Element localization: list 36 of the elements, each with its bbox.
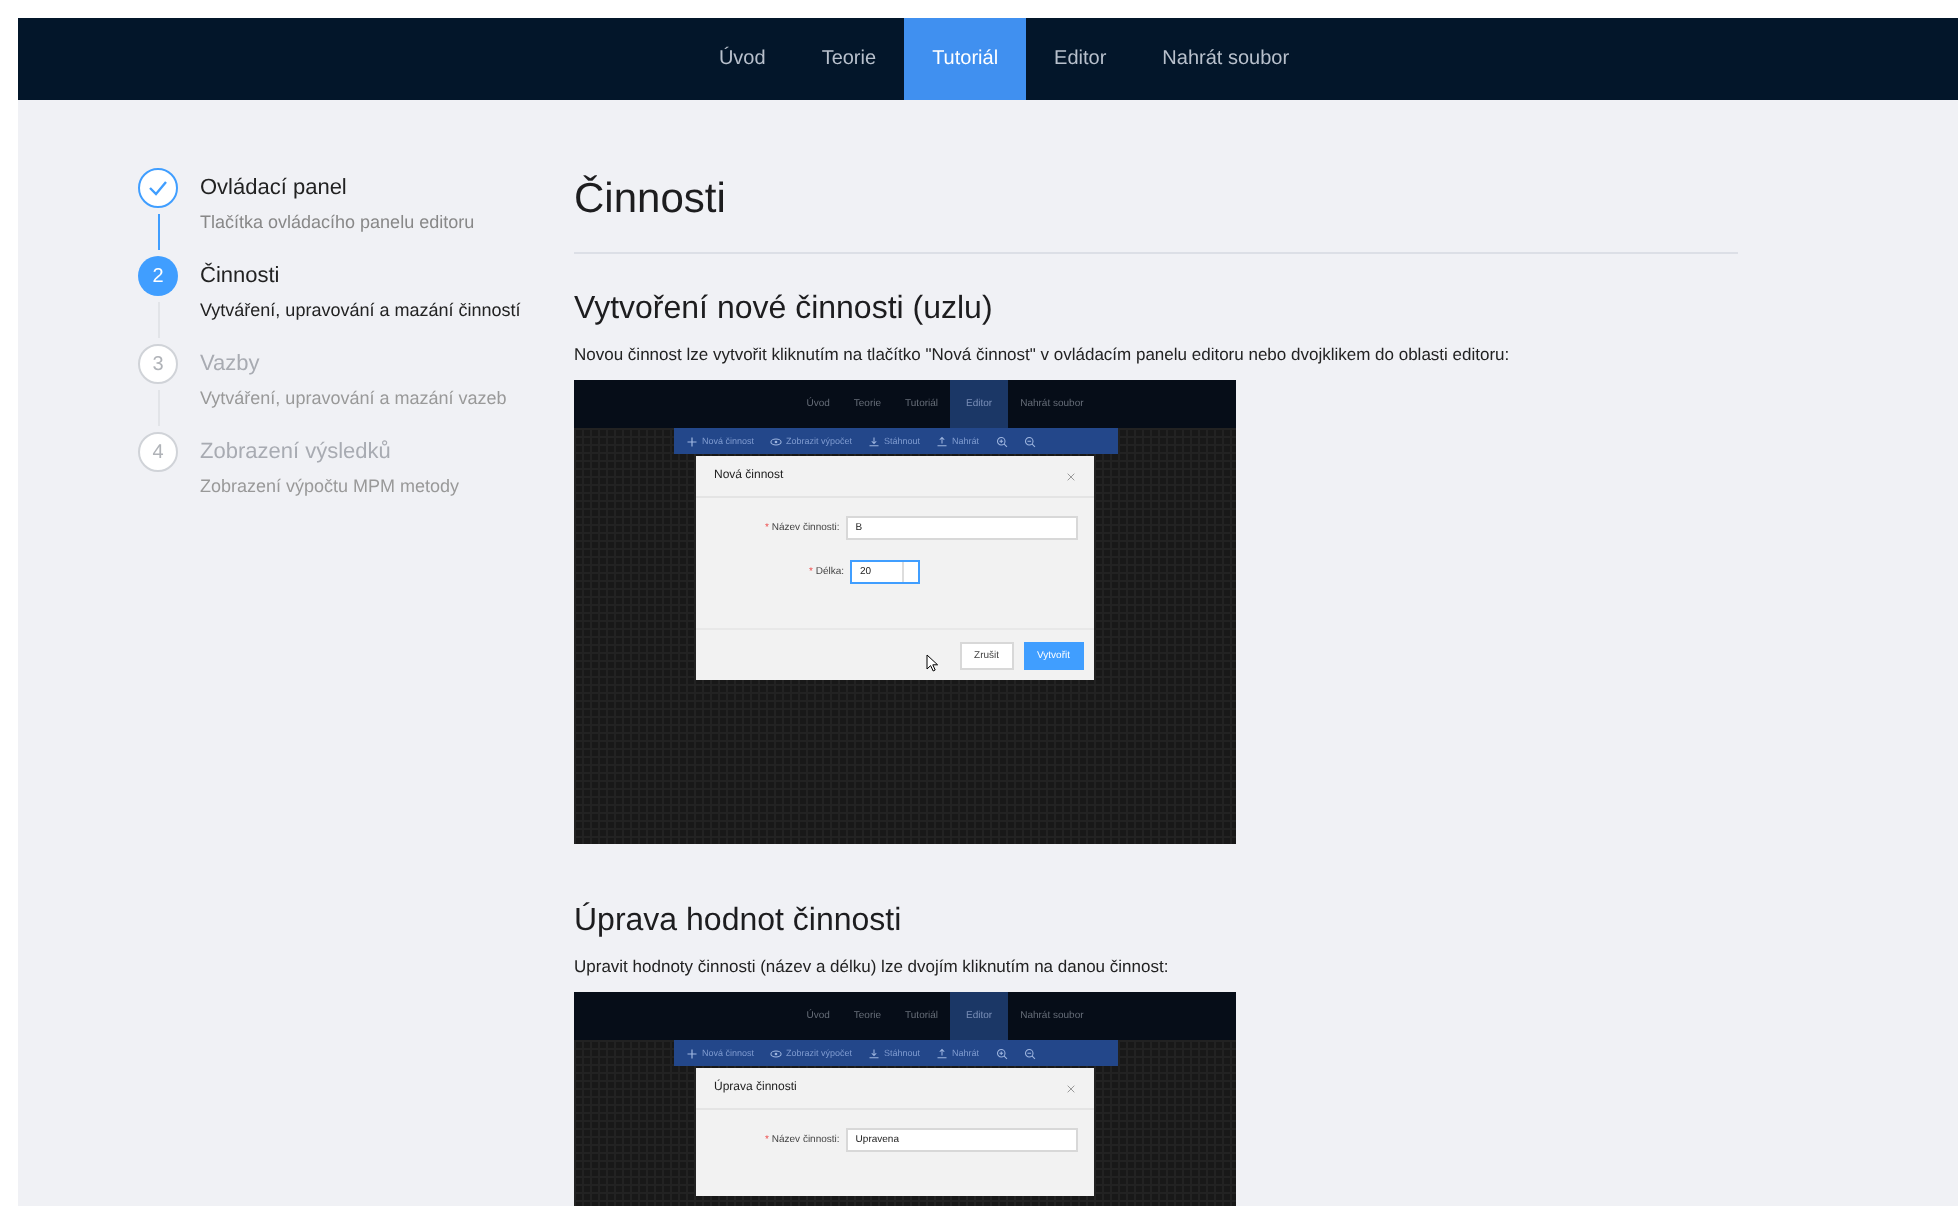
- download-icon: [868, 435, 881, 447]
- step-description: Vytváření, upravování a mazání vazeb: [200, 388, 507, 408]
- close-icon: [1066, 471, 1076, 481]
- upload-icon: [936, 435, 949, 447]
- step-number: 3: [138, 344, 178, 384]
- close-icon: [1066, 1083, 1076, 1093]
- download-icon: [868, 1047, 881, 1059]
- upload-icon: [936, 1047, 949, 1059]
- step-title: Ovládací panel: [200, 176, 349, 200]
- plus-icon: [686, 1047, 698, 1059]
- nav-tab[interactable]: Teorie: [793, 18, 905, 100]
- cursor-icon: [926, 654, 938, 672]
- page-title: Činnosti: [574, 176, 728, 224]
- step-description: Zobrazení výpočtu MPM metody: [200, 476, 460, 496]
- section-text: Novou činnost lze vytvořit kliknutím na tlačítko "Nová činnost" v ovládacím panelu editoru nebo dvojklikem do oblasti editoru:: [574, 344, 1512, 364]
- section-heading: Úprava hodnot činnosti: [574, 904, 904, 940]
- step-description: Vytváření, upravování a mazání činností: [200, 300, 521, 320]
- step-title: Činnosti: [200, 264, 282, 288]
- eye-icon: [770, 435, 783, 447]
- nav-tab[interactable]: Úvod: [690, 18, 794, 100]
- step-title: Vazby: [200, 352, 262, 376]
- zoom-out-icon: [1023, 1047, 1036, 1059]
- eye-icon: [770, 1047, 783, 1059]
- section-text: Upravit hodnoty činnosti (název a délku) lze dvojím kliknutím na danou činnost:: [574, 956, 1171, 976]
- step-number: 2: [138, 256, 178, 296]
- step-number: 4: [138, 432, 178, 472]
- zoom-in-icon: [995, 1047, 1008, 1059]
- nav-tab[interactable]: Nahrát soubor: [1134, 18, 1318, 100]
- step-description: Tlačítka ovládacího panelu editoru: [200, 212, 475, 232]
- section-heading: Vytvoření nové činnosti (uzlu): [574, 292, 995, 328]
- plus-icon: [686, 435, 698, 447]
- nav-tab[interactable]: Editor: [1026, 18, 1135, 100]
- zoom-out-icon: [1023, 435, 1036, 447]
- zoom-in-icon: [995, 435, 1008, 447]
- step-check-icon: [138, 168, 178, 208]
- step-title: Zobrazení výsledků: [200, 440, 393, 464]
